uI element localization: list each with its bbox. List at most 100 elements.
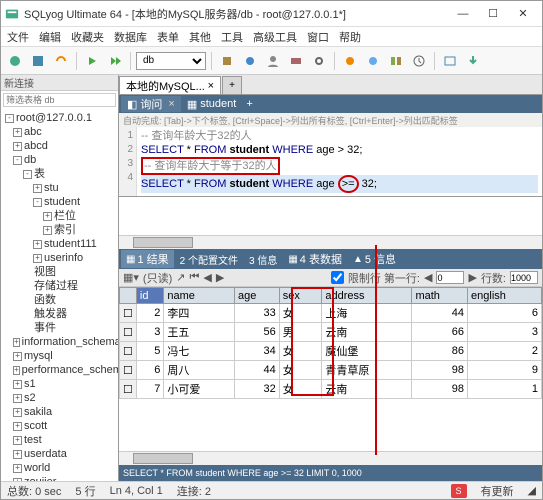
close-button[interactable]: ✕ xyxy=(508,4,538,24)
run-icon[interactable] xyxy=(82,51,102,71)
tree-item[interactable]: +performance_schema xyxy=(3,363,116,377)
tab-result-1[interactable]: ▦ 1 结果 xyxy=(121,250,174,268)
autocomplete-hint: 自动完成: [Tab]->下个标签, [Ctrl+Space]->列出所有标签,… xyxy=(119,113,542,127)
export-icon[interactable]: ↗ xyxy=(176,271,185,284)
gear-icon[interactable] xyxy=(309,51,329,71)
nav-icon[interactable]: ◀ xyxy=(424,271,432,284)
tree-item[interactable]: -表 xyxy=(3,167,116,181)
grid-scrollbar[interactable] xyxy=(119,451,542,465)
menu-db[interactable]: 数据库 xyxy=(114,29,147,45)
first-row-input[interactable] xyxy=(436,271,464,284)
tab-add[interactable]: + xyxy=(222,76,242,94)
status-badge[interactable]: S xyxy=(451,484,467,498)
tree-item[interactable]: +abc xyxy=(3,125,116,139)
tree-item[interactable]: +mysql xyxy=(3,349,116,363)
tree-item[interactable]: +sakila xyxy=(3,405,116,419)
tree-item[interactable]: +world xyxy=(3,461,116,475)
tree-item[interactable]: 事件 xyxy=(3,321,116,335)
menu-table[interactable]: 表单 xyxy=(157,29,179,45)
status-update[interactable]: 有更新 xyxy=(481,483,514,499)
grid-icon[interactable]: ▦▾ xyxy=(123,271,139,284)
menu-tools[interactable]: 工具 xyxy=(221,29,243,45)
tree-item[interactable]: +s2 xyxy=(3,391,116,405)
menu-help[interactable]: 帮助 xyxy=(339,29,361,45)
tree-item[interactable]: -student xyxy=(3,195,116,209)
scrollbar-thumb[interactable] xyxy=(133,237,193,248)
tab-add-query[interactable]: + xyxy=(242,98,256,110)
tree-item[interactable]: +abcd xyxy=(3,139,116,153)
tree-item[interactable]: +information_schema xyxy=(3,335,116,349)
tree-item[interactable]: +test xyxy=(3,433,116,447)
object-tree[interactable]: -root@127.0.0.1+abc+abcd-db-表+stu-studen… xyxy=(1,109,118,481)
sidebar: 新连接 -root@127.0.0.1+abc+abcd-db-表+stu-st… xyxy=(1,75,119,481)
tree-item[interactable]: -db xyxy=(3,153,116,167)
tab-result-3[interactable]: 3 信息 xyxy=(244,250,282,268)
minimize-button[interactable]: — xyxy=(448,4,478,24)
tool3-icon[interactable] xyxy=(286,51,306,71)
resize-grip-icon[interactable]: ◢ xyxy=(528,484,536,497)
separator xyxy=(334,52,335,70)
limit-checkbox[interactable] xyxy=(331,271,344,284)
menu-other[interactable]: 其他 xyxy=(189,29,211,45)
table-row[interactable]: ☐2李四33女上海446 xyxy=(120,304,542,323)
tree-item[interactable]: +s1 xyxy=(3,377,116,391)
run2-icon[interactable] xyxy=(105,51,125,71)
tree-item[interactable]: +索引 xyxy=(3,223,116,237)
nav-prev-icon[interactable]: ◀ xyxy=(203,271,211,284)
tree-item[interactable]: +stu xyxy=(3,181,116,195)
menu-window[interactable]: 窗口 xyxy=(307,29,329,45)
tree-item[interactable]: +栏位 xyxy=(3,209,116,223)
menubar: 文件 编辑 收藏夹 数据库 表单 其他 工具 高级工具 窗口 帮助 xyxy=(1,27,542,47)
sched-icon[interactable] xyxy=(409,51,429,71)
refresh-icon[interactable] xyxy=(51,51,71,71)
table-icon: ▦ xyxy=(187,98,197,111)
tree-item[interactable]: +scott xyxy=(3,419,116,433)
menu-adv[interactable]: 高级工具 xyxy=(253,29,297,45)
table-icon[interactable] xyxy=(440,51,460,71)
save-icon[interactable] xyxy=(28,51,48,71)
user-icon[interactable] xyxy=(263,51,283,71)
tree-item[interactable]: +userinfo xyxy=(3,251,116,265)
annotation-line xyxy=(375,245,377,455)
new-conn-icon[interactable] xyxy=(5,51,25,71)
close-icon[interactable]: × xyxy=(168,98,174,110)
tree-item[interactable]: -root@127.0.0.1 xyxy=(3,111,116,125)
tree-item[interactable]: 函数 xyxy=(3,293,116,307)
diff-icon[interactable] xyxy=(386,51,406,71)
tab-connection[interactable]: 本地的MySQL... × xyxy=(119,76,221,94)
tool2-icon[interactable] xyxy=(240,51,260,71)
filter-input[interactable] xyxy=(3,93,116,107)
window-title: SQLyog Ultimate 64 - [本地的MySQL服务器/db - r… xyxy=(24,6,448,22)
table-row[interactable]: ☐5冯七34女魔仙堡862 xyxy=(120,342,542,361)
tab-result-4[interactable]: ▦ 4 表数据 xyxy=(283,250,347,268)
tree-item[interactable]: +student111 xyxy=(3,237,116,251)
maximize-button[interactable]: ☐ xyxy=(478,4,508,24)
tab-result-2[interactable]: 2 个配置文件 xyxy=(175,250,243,268)
table-row[interactable]: ☐6周八44女青青草原989 xyxy=(120,361,542,380)
tree-item[interactable]: 存储过程 xyxy=(3,279,116,293)
scrollbar-thumb[interactable] xyxy=(133,453,193,464)
executed-query: SELECT * FROM student WHERE age >= 32 LI… xyxy=(119,465,542,481)
tree-item[interactable]: 触发器 xyxy=(3,307,116,321)
export-icon[interactable] xyxy=(463,51,483,71)
sql-editor[interactable]: 1234 -- 查询年龄大于32的人 SELECT * FROM student… xyxy=(119,127,542,197)
row-count-input[interactable] xyxy=(510,271,538,284)
tool-icon[interactable] xyxy=(217,51,237,71)
result-grid[interactable]: idnameagesexaddressmathenglish☐2李四33女上海4… xyxy=(119,287,542,399)
tree-item[interactable]: 视图 xyxy=(3,265,116,279)
sync2-icon[interactable] xyxy=(363,51,383,71)
tab-student[interactable]: ▦student xyxy=(181,96,243,112)
tree-item[interactable]: +userdata xyxy=(3,447,116,461)
db-select[interactable]: db xyxy=(136,52,206,70)
separator xyxy=(434,52,435,70)
menu-file[interactable]: 文件 xyxy=(7,29,29,45)
nav-icon[interactable]: ▶ xyxy=(468,271,476,284)
menu-edit[interactable]: 编辑 xyxy=(39,29,61,45)
nav-next-icon[interactable]: ▶ xyxy=(216,271,224,284)
tab-query[interactable]: ◧询问× xyxy=(121,96,181,112)
menu-fav[interactable]: 收藏夹 xyxy=(71,29,104,45)
table-row[interactable]: ☐3王五56男云南663 xyxy=(120,323,542,342)
nav-first-icon[interactable]: ⏮ xyxy=(189,271,199,284)
table-row[interactable]: ☐7小可爱32女云南981 xyxy=(120,380,542,399)
sync-icon[interactable] xyxy=(340,51,360,71)
